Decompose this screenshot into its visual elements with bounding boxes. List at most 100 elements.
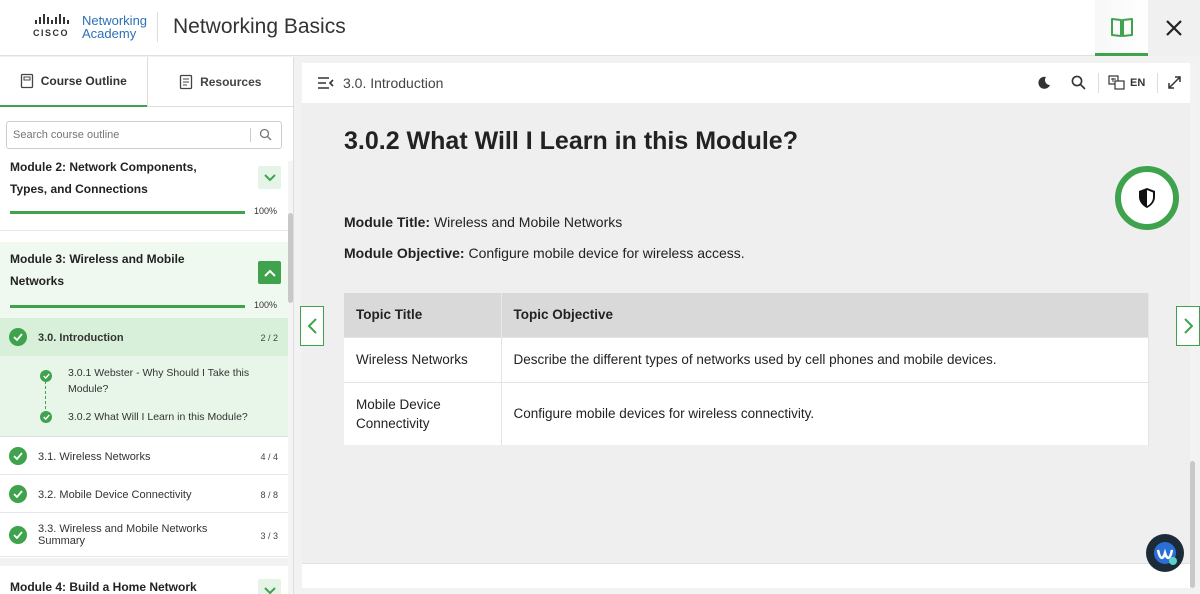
- search-icon[interactable]: [259, 128, 272, 141]
- content-panel: 3.0. Introduction EN 3.0.2 What Will I L…: [302, 63, 1190, 588]
- section-count: 3 / 3: [260, 531, 278, 541]
- topic-title-cell: Mobile Device Connectivity: [344, 381, 502, 445]
- section-count: 8 / 8: [260, 490, 278, 500]
- collapse-menu-icon[interactable]: [317, 76, 334, 90]
- subitem-3-0-1[interactable]: 3.0.1 Webster - Why Should I Take this M…: [68, 365, 249, 397]
- cisco-networking-academy-logo: CISCO Networking Academy: [33, 14, 148, 44]
- section-count: 2 / 2: [260, 333, 278, 343]
- section-3-3[interactable]: 3.3. Wireless and Mobile Networks Summar…: [0, 513, 288, 557]
- module-2[interactable]: Module 2: Network Components, Types, and…: [0, 156, 288, 231]
- toolbar-divider: [1157, 73, 1158, 93]
- checkmark-icon: [9, 328, 27, 346]
- section-3-1[interactable]: 3.1. Wireless Networks 4 / 4: [0, 437, 288, 475]
- module-2-title: Module 2: Network Components, Types, and…: [10, 160, 197, 196]
- checkmark-icon: [40, 411, 52, 423]
- checkmark-icon: [9, 447, 27, 465]
- module-separator: [0, 558, 288, 566]
- module-3-collapse-button[interactable]: [258, 261, 281, 284]
- webex-icon: [1154, 542, 1177, 565]
- search-icon[interactable]: [1071, 75, 1086, 90]
- cisco-logo: CISCO: [33, 14, 75, 40]
- module-objective-value: Configure mobile device for wireless acc…: [468, 245, 745, 261]
- breadcrumb: 3.0. Introduction: [343, 75, 444, 91]
- language-label: EN: [1130, 76, 1146, 89]
- tab-course-outline[interactable]: Course Outline: [0, 57, 147, 107]
- checkmark-icon: [40, 370, 52, 382]
- chevron-left-icon: [307, 318, 317, 334]
- section-3-0[interactable]: 3.0. Introduction 2 / 2: [0, 318, 288, 356]
- previous-page-button[interactable]: [300, 306, 324, 346]
- section-count: 4 / 4: [260, 452, 278, 462]
- column-header: Topic Title: [344, 293, 502, 337]
- outline-search: [6, 121, 282, 149]
- section-3-2[interactable]: 3.2. Mobile Device Connectivity 8 / 8: [0, 475, 288, 513]
- module-4-expand-button[interactable]: [258, 579, 281, 594]
- webex-button[interactable]: [1146, 534, 1184, 572]
- module-2-progress-bar: [10, 211, 245, 214]
- topic-objective-cell: Describe the different types of networks…: [501, 336, 1149, 382]
- tab-resources-label: Resources: [200, 75, 262, 89]
- module-2-expand-button[interactable]: [258, 166, 281, 189]
- page-title: 3.0.2 What Will I Learn in this Module?: [344, 127, 798, 155]
- shield-icon: [1139, 188, 1155, 208]
- module-4[interactable]: Module 4: Build a Home Network: [0, 566, 288, 594]
- next-page-button[interactable]: [1176, 306, 1200, 346]
- module-objective-label: Module Objective:: [344, 245, 465, 261]
- section-3-0-subitems: 3.0.1 Webster - Why Should I Take this M…: [0, 356, 288, 437]
- topic-objective-cell: Configure mobile devices for wireless co…: [501, 381, 1149, 445]
- content-footer: [302, 563, 1190, 588]
- sidebar-scrollbar[interactable]: [288, 161, 293, 594]
- security-badge[interactable]: [1115, 166, 1179, 230]
- section-label: 3.0. Introduction: [38, 332, 124, 344]
- chevron-down-icon: [263, 586, 276, 594]
- translate-icon: [1108, 75, 1125, 90]
- table-header-row: Topic Title Topic Objective: [344, 293, 1149, 337]
- module-title-value: Wireless and Mobile Networks: [433, 214, 623, 230]
- chevron-right-icon: [1183, 318, 1193, 334]
- app-header: CISCO Networking Academy Networking Basi…: [0, 0, 1200, 56]
- table-row: Wireless Networks Describe the different…: [344, 336, 1149, 382]
- book-button[interactable]: [1095, 0, 1148, 56]
- search-input[interactable]: [7, 122, 247, 148]
- module-2-progress-text: 100%: [254, 206, 278, 216]
- chevron-down-icon: [263, 173, 276, 181]
- search-separator: [250, 128, 251, 142]
- lesson-content: 3.0.2 What Will I Learn in this Module? …: [302, 103, 1190, 563]
- logo-text: Networking Academy: [82, 13, 148, 41]
- table-row: Mobile Device Connectivity Configure mob…: [344, 381, 1149, 445]
- checkmark-icon: [9, 485, 27, 503]
- subitem-3-0-2[interactable]: 3.0.2 What Will I Learn in this Module?: [68, 411, 248, 423]
- topic-title-cell: Wireless Networks: [344, 336, 502, 382]
- checkmark-icon: [9, 526, 27, 544]
- close-button[interactable]: [1148, 0, 1200, 56]
- sidebar-tabs: Course Outline Resources: [0, 57, 293, 107]
- tab-course-outline-label: Course Outline: [40, 74, 127, 88]
- module-3-progress-text: 100%: [254, 300, 278, 310]
- document-icon: [20, 73, 33, 89]
- chevron-up-icon: [263, 269, 276, 277]
- module-4-title: Module 4: Build a Home Network: [10, 580, 197, 594]
- language-selector[interactable]: EN: [1108, 75, 1145, 90]
- section-label: 3.3. Wireless and Mobile Networks Summar…: [38, 523, 208, 547]
- module-title-label: Module Title:: [344, 214, 431, 230]
- header-divider: [157, 12, 158, 42]
- module-3[interactable]: Module 3: Wireless and Mobile Networks 1…: [0, 242, 288, 318]
- topics-table: Topic Title Topic Objective Wireless Net…: [344, 293, 1149, 445]
- module-title-line: Module Title: Wireless and Mobile Networ…: [344, 214, 622, 230]
- module-objective-line: Module Objective: Configure mobile devic…: [344, 245, 745, 261]
- tab-resources[interactable]: Resources: [146, 57, 294, 107]
- module-3-title: Module 3: Wireless and Mobile Networks: [10, 252, 185, 288]
- outline-list: Module 2: Network Components, Types, and…: [0, 156, 288, 594]
- content-toolbar: 3.0. Introduction EN: [302, 63, 1190, 103]
- expand-icon[interactable]: [1168, 76, 1181, 89]
- course-outline-sidebar: Course Outline Resources Module 2: Netwo…: [0, 57, 294, 594]
- section-label: 3.2. Mobile Device Connectivity: [38, 489, 192, 501]
- course-title: Networking Basics: [173, 15, 346, 38]
- module-3-progress-bar: [10, 305, 245, 308]
- dark-mode-icon[interactable]: [1037, 76, 1051, 90]
- toolbar-divider: [1098, 73, 1099, 93]
- book-icon: [1110, 17, 1133, 37]
- column-header: Topic Objective: [501, 293, 1149, 337]
- close-icon: [1166, 20, 1182, 36]
- section-label: 3.1. Wireless Networks: [38, 451, 151, 463]
